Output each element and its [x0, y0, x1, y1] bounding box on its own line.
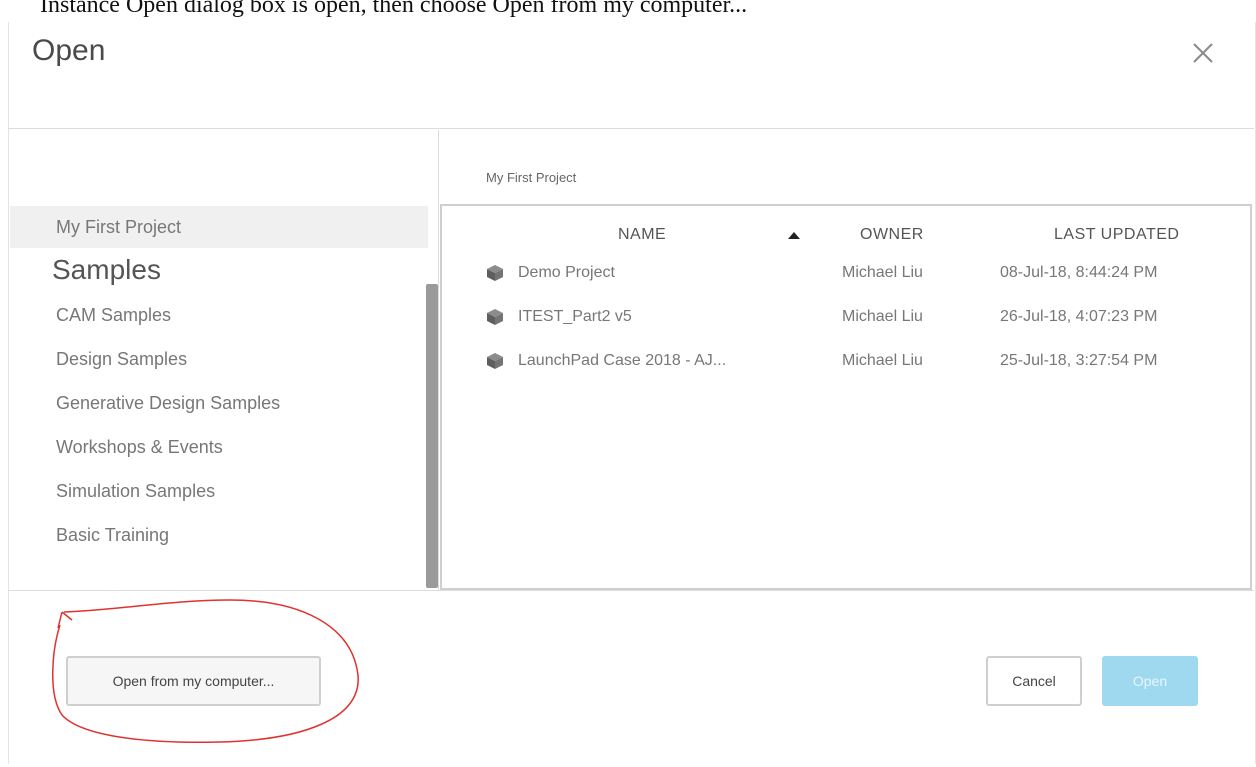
- sidebar-item-label: Simulation Samples: [56, 481, 216, 501]
- breadcrumb[interactable]: My First Project: [486, 170, 576, 185]
- sidebar-item-design-samples[interactable]: Design Samples: [10, 338, 428, 380]
- sidebar-item-label: Design Samples: [56, 349, 188, 369]
- sidebar-item-cam-samples[interactable]: CAM Samples: [10, 294, 428, 336]
- background-document-text: Instance Open dialog box is open, then c…: [0, 0, 1256, 20]
- file-updated: 26-Jul-18, 4:07:23 PM: [1000, 308, 1158, 325]
- open-from-computer-button[interactable]: Open from my computer...: [66, 656, 321, 706]
- panel-divider: [438, 130, 439, 590]
- file-name: LaunchPad Case 2018 - AJ...: [518, 352, 727, 369]
- file-list-panel: NAME OWNER LAST UPDATED Demo Project Mic…: [440, 204, 1252, 590]
- file-owner: Michael Liu: [842, 308, 923, 325]
- sidebar-item-workshops-events[interactable]: Workshops & Events: [10, 426, 428, 468]
- file-row[interactable]: Demo Project Michael Liu 08-Jul-18, 8:44…: [442, 252, 1250, 294]
- file-row[interactable]: ITEST_Part2 v5 Michael Liu 26-Jul-18, 4:…: [442, 296, 1250, 338]
- sidebar-item-label: Basic Training: [56, 525, 170, 545]
- file-updated: 25-Jul-18, 3:27:54 PM: [1000, 352, 1158, 369]
- cube-icon: [487, 309, 503, 325]
- sidebar-item-my-first-project[interactable]: My First Project: [10, 206, 428, 248]
- cube-icon: [487, 265, 503, 281]
- column-header-name[interactable]: NAME: [618, 226, 666, 244]
- sidebar-item-label: My First Project: [56, 217, 182, 237]
- header-divider: [8, 128, 1254, 129]
- file-owner: Michael Liu: [842, 352, 923, 369]
- file-name: ITEST_Part2 v5: [518, 308, 632, 325]
- sidebar-item-label: Generative Design Samples: [56, 393, 281, 413]
- sidebar-item-simulation-samples[interactable]: Simulation Samples: [10, 470, 428, 512]
- sidebar-item-label: Workshops & Events: [56, 437, 223, 457]
- footer-divider: [8, 590, 1254, 591]
- background-text: Instance Open dialog box is open, then c…: [40, 0, 748, 18]
- cancel-button[interactable]: Cancel: [986, 656, 1082, 706]
- file-name: Demo Project: [518, 264, 615, 281]
- sidebar-item-generative-design-samples[interactable]: Generative Design Samples: [10, 382, 428, 424]
- sidebar-item-label: CAM Samples: [56, 305, 172, 325]
- column-header-last-updated[interactable]: LAST UPDATED: [1054, 226, 1179, 244]
- open-button[interactable]: Open: [1102, 656, 1198, 706]
- file-updated: 08-Jul-18, 8:44:24 PM: [1000, 264, 1158, 281]
- file-owner: Michael Liu: [842, 264, 923, 281]
- close-icon[interactable]: [1190, 40, 1216, 66]
- cube-icon: [487, 353, 503, 369]
- sort-ascending-icon[interactable]: [788, 232, 800, 239]
- sidebar-heading-samples: Samples: [52, 254, 161, 285]
- sidebar-item-basic-training[interactable]: Basic Training: [10, 514, 428, 556]
- file-row[interactable]: LaunchPad Case 2018 - AJ... Michael Liu …: [442, 340, 1250, 382]
- sidebar-scrollbar[interactable]: [426, 284, 438, 588]
- column-header-owner[interactable]: OWNER: [860, 226, 924, 244]
- dialog-title: Open: [32, 34, 106, 67]
